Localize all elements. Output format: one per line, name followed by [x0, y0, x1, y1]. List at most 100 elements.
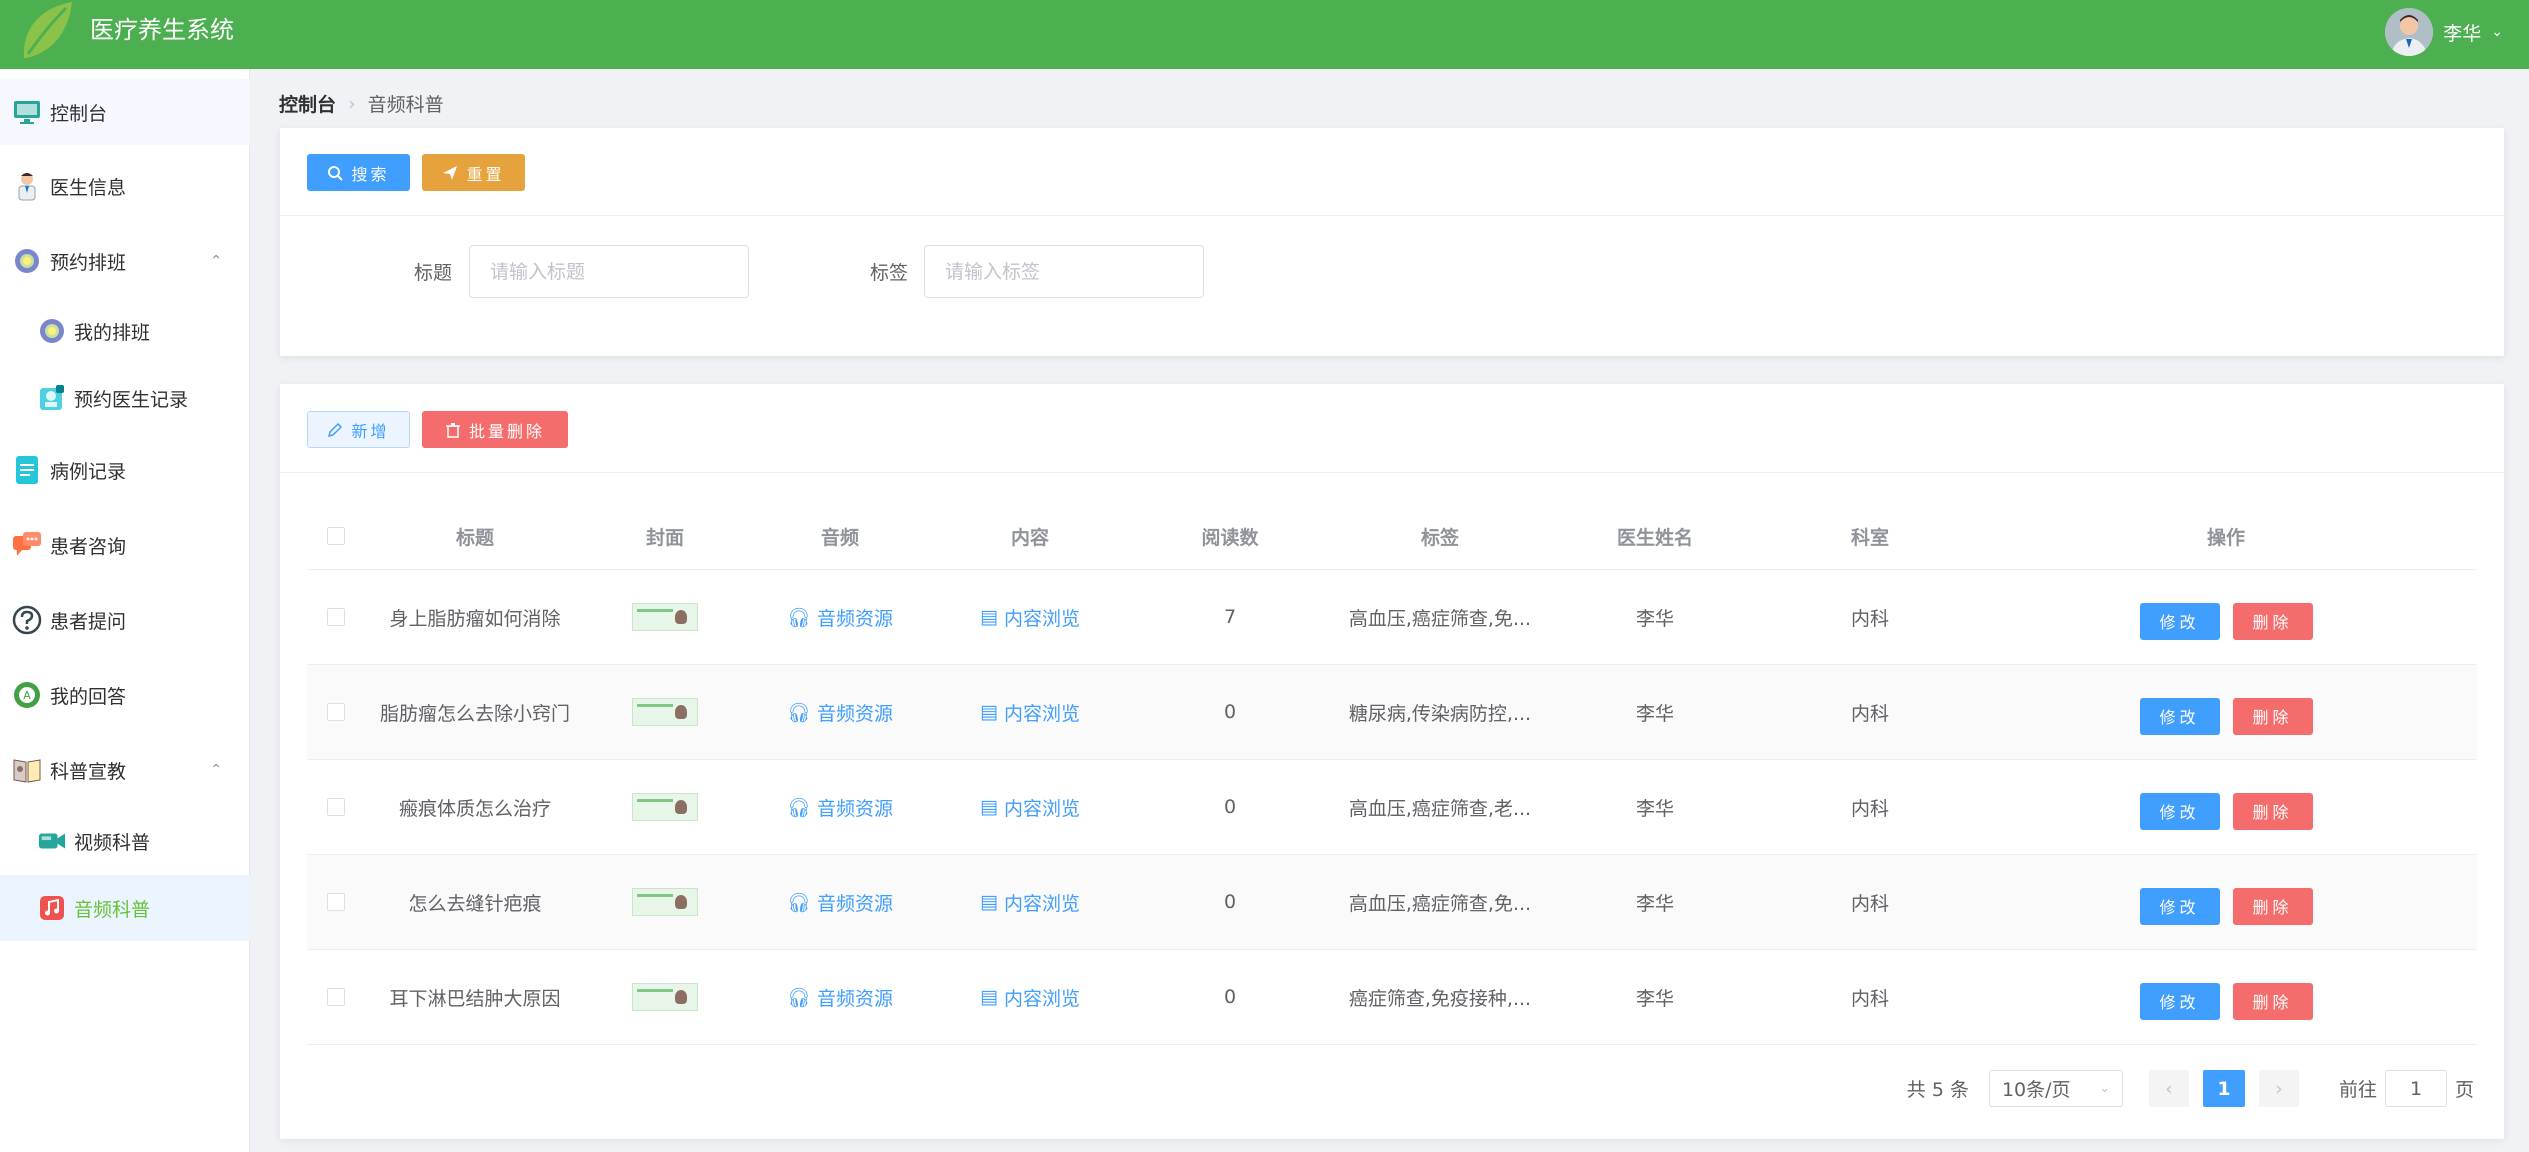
- content-link[interactable]: ▤ 内容浏览: [935, 760, 1125, 854]
- content-link[interactable]: ▤ 内容浏览: [935, 570, 1125, 664]
- breadcrumb-root[interactable]: 控制台: [279, 90, 336, 117]
- cover-image[interactable]: [585, 855, 745, 949]
- cover-image[interactable]: [585, 950, 745, 1044]
- sidebar-item-patient-questions[interactable]: 患者提问: [0, 587, 250, 653]
- audio-link[interactable]: 🎧︎ 音频资源: [745, 950, 935, 1044]
- sidebar-item-doctor-info[interactable]: 医生信息: [0, 153, 250, 219]
- sidebar-item-my-schedule[interactable]: 我的排班: [0, 298, 250, 364]
- sidebar-item-appointment[interactable]: 预约排班 ⌃: [0, 228, 250, 294]
- row-title: 耳下淋巴结肿大原因: [389, 987, 561, 1010]
- audio-link[interactable]: 🎧︎ 音频资源: [745, 855, 935, 949]
- document-icon: [12, 455, 42, 485]
- delete-button[interactable]: 删除: [2232, 982, 2313, 1020]
- row-reads: 0: [1223, 796, 1237, 818]
- sidebar-item-case-records[interactable]: 病例记录: [0, 437, 250, 503]
- title-input[interactable]: [469, 245, 749, 298]
- goto-suffix: 页: [2454, 1079, 2474, 1101]
- table-card: 新增 批量删除 标题 封面 音频 内容 阅读数 标签 医生姓名 科室 操作 身上…: [280, 384, 2504, 1139]
- reset-button-label: 重置: [466, 164, 505, 184]
- tag-input[interactable]: [924, 245, 1204, 298]
- edit-button[interactable]: 修改: [2139, 887, 2220, 925]
- chevron-down-icon: ⌄: [2099, 1081, 2110, 1096]
- row-checkbox[interactable]: [307, 950, 365, 1044]
- cover-image[interactable]: [585, 665, 745, 759]
- row-dept: 内科: [1850, 892, 1889, 915]
- edit-button[interactable]: 修改: [2139, 792, 2220, 830]
- add-button[interactable]: 新增: [307, 411, 410, 448]
- page-number-current[interactable]: 1: [2202, 1070, 2245, 1107]
- breadcrumb-current: 音频科普: [367, 94, 444, 116]
- app-header: 医疗养生系统 李华 ⌄: [0, 0, 2529, 69]
- row-checkbox[interactable]: [307, 760, 365, 854]
- user-menu[interactable]: 李华 ⌄: [2385, 6, 2503, 58]
- header-title: 标题: [455, 526, 494, 549]
- sidebar-item-video-science[interactable]: 视频科普: [0, 808, 250, 874]
- sidebar-item-my-answers[interactable]: A 我的回答: [0, 662, 250, 728]
- delete-button[interactable]: 删除: [2232, 792, 2313, 830]
- chevron-right-icon: ›: [2275, 1077, 2283, 1100]
- row-checkbox[interactable]: [307, 855, 365, 949]
- table-row: 身上脂肪瘤如何消除 🎧︎ 音频资源 ▤ 内容浏览 7 高血压,癌症筛查,免... 李华 内科 修改…: [307, 570, 2477, 665]
- goto-page-input[interactable]: 1: [2384, 1070, 2447, 1107]
- document-icon: ▤: [980, 891, 998, 913]
- monitor-icon: [12, 97, 42, 127]
- sidebar-item-audio-science[interactable]: 音频科普: [0, 875, 250, 941]
- content-link[interactable]: ▤ 内容浏览: [935, 950, 1125, 1044]
- sidebar-item-label: 科普宣教: [50, 760, 127, 783]
- document-icon: ▤: [980, 796, 998, 818]
- edit-button[interactable]: 修改: [2139, 982, 2220, 1020]
- sidebar-item-appointment-records[interactable]: 预约医生记录: [0, 365, 250, 431]
- divider: [280, 472, 2504, 473]
- content-link[interactable]: ▤ 内容浏览: [935, 665, 1125, 759]
- delete-button[interactable]: 删除: [2232, 697, 2313, 735]
- audio-link[interactable]: 🎧︎ 音频资源: [745, 665, 935, 759]
- row-checkbox[interactable]: [307, 665, 365, 759]
- document-icon: ▤: [980, 606, 998, 628]
- header-tags: 标签: [1420, 526, 1459, 549]
- sidebar-item-label: 我的排班: [74, 321, 151, 344]
- audio-link[interactable]: 🎧︎ 音频资源: [745, 760, 935, 854]
- batch-delete-button[interactable]: 批量删除: [422, 411, 568, 448]
- audio-link-label: 音频资源: [817, 607, 894, 630]
- row-tags: 高血压,癌症筛查,老...: [1348, 797, 1532, 820]
- sidebar-item-label: 预约排班: [50, 251, 127, 274]
- sidebar-item-dashboard[interactable]: 控制台: [0, 79, 250, 145]
- sidebar-item-label: 患者咨询: [50, 535, 127, 558]
- search-button[interactable]: 搜索: [307, 154, 410, 191]
- music-note-icon: [38, 894, 66, 922]
- doctor-record-icon: [38, 384, 66, 412]
- delete-button[interactable]: 删除: [2232, 602, 2313, 640]
- search-icon: [328, 165, 344, 181]
- header-content: 内容: [1010, 526, 1049, 549]
- edit-button[interactable]: 修改: [2139, 602, 2220, 640]
- row-actions: 修改 删除: [1975, 570, 2477, 664]
- audio-link[interactable]: 🎧︎ 音频资源: [745, 570, 935, 664]
- chevron-up-icon: ⌃: [210, 762, 222, 778]
- page-size-select[interactable]: 10条/页 ⌄: [1988, 1070, 2123, 1107]
- content-link-label: 内容浏览: [1003, 892, 1080, 915]
- row-reads: 0: [1223, 701, 1237, 723]
- chevron-down-icon: ⌄: [2491, 24, 2503, 40]
- delete-button[interactable]: 删除: [2232, 887, 2313, 925]
- table-header: 标题 封面 音频 内容 阅读数 标签 医生姓名 科室 操作: [307, 503, 2477, 570]
- select-all-checkbox[interactable]: [307, 503, 365, 569]
- divider: [280, 215, 2504, 216]
- pagination: 共 5 条 10条/页 ⌄ ‹ 1 › 前往 1 页: [1907, 1070, 2474, 1107]
- row-checkbox[interactable]: [307, 570, 365, 664]
- cover-image[interactable]: [585, 570, 745, 664]
- reset-button[interactable]: 重置: [422, 154, 525, 191]
- sidebar-item-label: 控制台: [50, 102, 108, 125]
- cover-image[interactable]: [585, 760, 745, 854]
- add-button-label: 新增: [351, 421, 390, 441]
- content-link[interactable]: ▤ 内容浏览: [935, 855, 1125, 949]
- headphones-icon: 🎧︎: [786, 891, 812, 914]
- prev-page-button[interactable]: ‹: [2148, 1070, 2189, 1107]
- sidebar-item-patient-consult[interactable]: 患者咨询: [0, 512, 250, 578]
- chevron-left-icon: ‹: [2165, 1077, 2173, 1100]
- header-doctor: 医生姓名: [1616, 526, 1693, 549]
- edit-button[interactable]: 修改: [2139, 697, 2220, 735]
- page-size-value: 10条/页: [2001, 1079, 2071, 1101]
- sidebar-item-science-education[interactable]: 科普宣教 ⌃: [0, 737, 250, 803]
- next-page-button[interactable]: ›: [2258, 1070, 2299, 1107]
- headphones-icon: 🎧︎: [786, 701, 812, 724]
